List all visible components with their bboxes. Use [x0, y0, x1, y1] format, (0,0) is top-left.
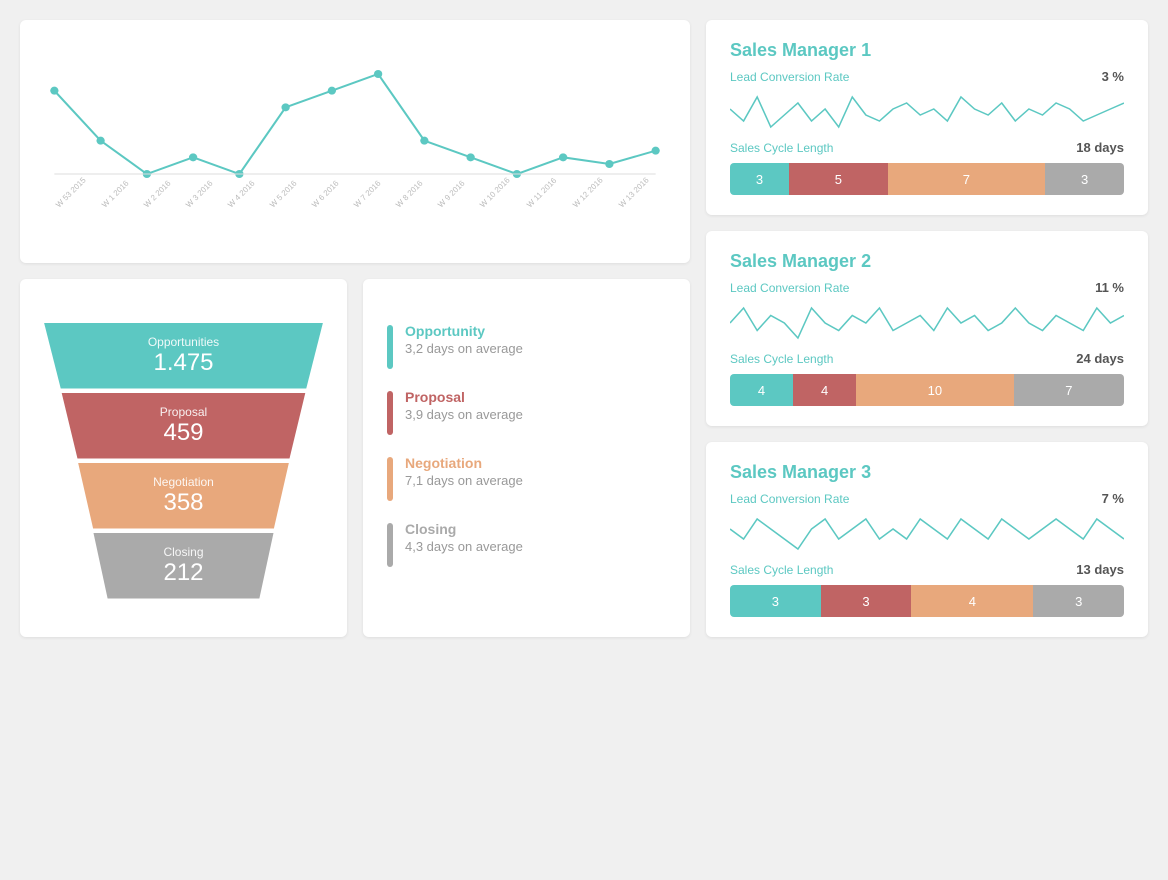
funnel-item-value: 212 — [163, 559, 203, 587]
sales-cycle-row: Sales Cycle Length 24 days — [730, 351, 1124, 366]
funnel-item-label: Negotiation — [153, 475, 214, 489]
stacked-segment: 4 — [730, 374, 793, 406]
sales-cycle-value: 18 days — [1076, 140, 1124, 155]
manager-card: Sales Manager 3 Lead Conversion Rate 7 %… — [706, 442, 1148, 637]
stacked-segment: 5 — [789, 163, 888, 195]
right-col: Sales Manager 1 Lead Conversion Rate 3 %… — [706, 20, 1148, 637]
sales-cycle-row: Sales Cycle Length 18 days — [730, 140, 1124, 155]
manager-card: Sales Manager 2 Lead Conversion Rate 11 … — [706, 231, 1148, 426]
funnel-item-label: Opportunities — [148, 335, 219, 349]
stage-name: Closing — [405, 521, 523, 537]
stacked-segment: 4 — [793, 374, 856, 406]
stacked-segment: 4 — [911, 585, 1033, 617]
sales-cycle-label: Sales Cycle Length — [730, 563, 833, 577]
stage-info: Negotiation 7,1 days on average — [405, 455, 523, 488]
stacked-segment: 3 — [1033, 585, 1124, 617]
sales-funnel-card: Opportunities1.475Proposal459Negotiation… — [20, 279, 347, 638]
funnel-item: Opportunities1.475 — [44, 323, 323, 389]
stage-items: Opportunity 3,2 days on average Proposal… — [387, 323, 666, 567]
lead-conversion-label: Lead Conversion Rate — [730, 70, 849, 84]
stacked-segment: 10 — [856, 374, 1014, 406]
funnel-item-value: 358 — [163, 489, 203, 517]
stage-info: Closing 4,3 days on average — [405, 521, 523, 554]
manager-name: Sales Manager 3 — [730, 462, 1124, 483]
stage-days: 7,1 days on average — [405, 473, 523, 488]
funnel-item-label: Proposal — [160, 405, 207, 419]
avg-sales-chart: W 53 2015W 1 2016W 2 2016W 3 2016W 4 201… — [44, 64, 666, 224]
sparkline — [730, 303, 1124, 343]
funnel-item: Proposal459 — [51, 393, 316, 459]
bottom-left: Opportunities1.475Proposal459Negotiation… — [20, 279, 690, 638]
stage-bar — [387, 523, 393, 567]
stacked-segment: 3 — [821, 585, 912, 617]
stage-item: Closing 4,3 days on average — [387, 521, 666, 567]
stage-item: Proposal 3,9 days on average — [387, 389, 666, 435]
stage-item: Negotiation 7,1 days on average — [387, 455, 666, 501]
stages-card: Opportunity 3,2 days on average Proposal… — [363, 279, 690, 638]
stage-item: Opportunity 3,2 days on average — [387, 323, 666, 369]
funnel-container: Opportunities1.475Proposal459Negotiation… — [44, 323, 323, 599]
lead-conversion-value: 3 % — [1102, 69, 1124, 84]
sales-cycle-label: Sales Cycle Length — [730, 141, 833, 155]
stage-days: 3,9 days on average — [405, 407, 523, 422]
stage-bar — [387, 457, 393, 501]
stacked-bar: 4 4 10 7 — [730, 374, 1124, 406]
sales-cycle-label: Sales Cycle Length — [730, 352, 833, 366]
manager-name: Sales Manager 2 — [730, 251, 1124, 272]
lead-conversion-row: Lead Conversion Rate 11 % — [730, 280, 1124, 295]
dashboard: W 53 2015W 1 2016W 2 2016W 3 2016W 4 201… — [20, 20, 1148, 637]
stacked-segment: 7 — [1014, 374, 1124, 406]
stacked-segment: 3 — [730, 585, 821, 617]
sales-cycle-value: 13 days — [1076, 562, 1124, 577]
lead-conversion-value: 7 % — [1102, 491, 1124, 506]
funnel-item-value: 459 — [163, 419, 203, 447]
funnel-item: Negotiation358 — [58, 463, 309, 529]
stacked-segment: 3 — [1045, 163, 1124, 195]
manager-card: Sales Manager 1 Lead Conversion Rate 3 %… — [706, 20, 1148, 215]
funnel-item: Closing212 — [65, 533, 302, 599]
sales-cycle-row: Sales Cycle Length 13 days — [730, 562, 1124, 577]
lead-conversion-label: Lead Conversion Rate — [730, 492, 849, 506]
lead-conversion-row: Lead Conversion Rate 7 % — [730, 491, 1124, 506]
stacked-bar: 3 3 4 3 — [730, 585, 1124, 617]
stage-days: 3,2 days on average — [405, 341, 523, 356]
stage-info: Opportunity 3,2 days on average — [405, 323, 523, 356]
lead-conversion-value: 11 % — [1095, 280, 1124, 295]
stage-days: 4,3 days on average — [405, 539, 523, 554]
avg-sales-card: W 53 2015W 1 2016W 2 2016W 3 2016W 4 201… — [20, 20, 690, 263]
sparkline — [730, 514, 1124, 554]
stage-bar — [387, 391, 393, 435]
lead-conversion-label: Lead Conversion Rate — [730, 281, 849, 295]
stage-info: Proposal 3,9 days on average — [405, 389, 523, 422]
stage-name: Negotiation — [405, 455, 523, 471]
sparkline — [730, 92, 1124, 132]
stage-name: Opportunity — [405, 323, 523, 339]
sales-cycle-value: 24 days — [1076, 351, 1124, 366]
stage-bar — [387, 325, 393, 369]
funnel-item-value: 1.475 — [153, 349, 213, 377]
stacked-bar: 3 5 7 3 — [730, 163, 1124, 195]
stacked-segment: 7 — [888, 163, 1046, 195]
manager-name: Sales Manager 1 — [730, 40, 1124, 61]
funnel-item-label: Closing — [163, 545, 203, 559]
stage-name: Proposal — [405, 389, 523, 405]
stacked-segment: 3 — [730, 163, 789, 195]
lead-conversion-row: Lead Conversion Rate 3 % — [730, 69, 1124, 84]
